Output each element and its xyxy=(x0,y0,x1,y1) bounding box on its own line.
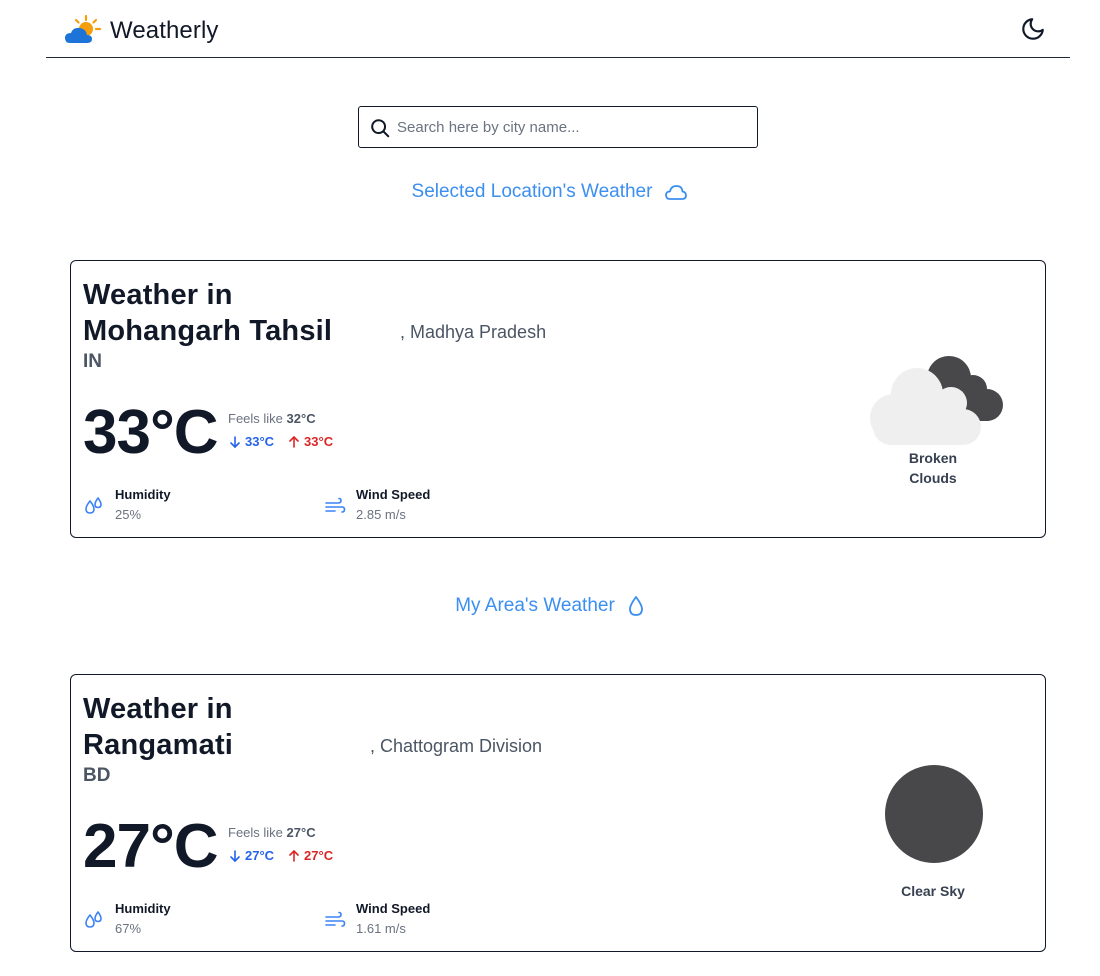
min-max-temps: 27°C 27°C xyxy=(229,848,333,863)
min-temp: 33°C xyxy=(229,434,274,449)
wind-speed-value: 1.61 m/s xyxy=(356,921,406,936)
humidity-icon xyxy=(85,911,102,928)
humidity-value: 67% xyxy=(115,921,142,936)
humidity-icon xyxy=(85,497,102,514)
weather-condition: Clear Sky xyxy=(873,881,993,901)
clear-sky-icon xyxy=(885,765,983,863)
cloud-icon xyxy=(665,185,688,200)
humidity-label: Humidity xyxy=(115,901,171,916)
max-temp-value: 33°C xyxy=(304,434,334,449)
feels-like: Feels like 27°C xyxy=(228,825,316,840)
max-temp: 33°C xyxy=(288,434,333,449)
min-max-temps: 33°C 33°C xyxy=(229,434,333,449)
search-box xyxy=(358,106,758,148)
country-code: IN xyxy=(83,351,102,372)
arrow-down-icon xyxy=(230,435,240,448)
search-input[interactable] xyxy=(397,115,747,139)
wind-speed-value: 2.85 m/s xyxy=(356,507,406,522)
droplet-icon xyxy=(628,596,643,616)
humidity-value: 25% xyxy=(115,507,142,522)
search-icon[interactable] xyxy=(369,117,391,139)
temperature: 33°C xyxy=(83,398,219,467)
arrow-up-icon xyxy=(289,849,299,862)
temperature: 27°C xyxy=(83,812,219,881)
wind-speed-label: Wind Speed xyxy=(356,487,431,502)
dark-mode-toggle-icon[interactable] xyxy=(1020,16,1046,42)
wind-speed-label: Wind Speed xyxy=(356,901,431,916)
title-prefix: Weather in xyxy=(83,279,233,311)
feels-like: Feels like 32°C xyxy=(228,411,316,426)
weather-condition: Broken Clouds xyxy=(873,448,993,488)
arrow-down-icon xyxy=(230,849,240,862)
min-temp-value: 33°C xyxy=(245,434,275,449)
condition-line-1: Broken xyxy=(908,450,958,466)
wind-icon xyxy=(325,497,346,513)
region-name: , Madhya Pradesh xyxy=(400,322,547,342)
city-title: Weather in Mohangarh Tahsil xyxy=(83,277,332,349)
min-temp-value: 27°C xyxy=(245,848,275,863)
condition-line-2: Clouds xyxy=(909,470,957,486)
city-name: Rangamati xyxy=(83,729,234,761)
city-name: Mohangarh Tahsil xyxy=(83,315,333,347)
app-header: Weatherly xyxy=(46,0,1070,58)
my-area-title: My Area's Weather xyxy=(455,595,615,616)
region-name: , Chattogram Division xyxy=(370,736,543,756)
selected-location-heading: Selected Location's Weather xyxy=(0,181,1100,203)
my-area-weather-card: Weather in Rangamati , Chattogram Divisi… xyxy=(70,674,1046,952)
city-title: Weather in Rangamati xyxy=(83,691,233,763)
title-prefix: Weather in xyxy=(83,693,233,725)
condition-line-1: Clear Sky xyxy=(901,883,965,899)
weatherly-logo-icon xyxy=(65,14,102,43)
broken-clouds-icon xyxy=(870,356,1003,445)
selected-location-title: Selected Location's Weather xyxy=(411,181,653,202)
feels-like-value: 32°C xyxy=(286,411,316,426)
min-temp: 27°C xyxy=(229,848,274,863)
selected-weather-card: Weather in Mohangarh Tahsil , Madhya Pra… xyxy=(70,260,1046,538)
max-temp-value: 27°C xyxy=(304,848,334,863)
feels-like-value: 27°C xyxy=(286,825,316,840)
feels-like-label: Feels like xyxy=(228,825,283,840)
arrow-up-icon xyxy=(289,435,299,448)
humidity-label: Humidity xyxy=(115,487,171,502)
feels-like-label: Feels like xyxy=(228,411,283,426)
brand-name[interactable]: Weatherly xyxy=(110,17,219,45)
my-area-heading: My Area's Weather xyxy=(0,595,1100,617)
max-temp: 27°C xyxy=(288,848,333,863)
country-code: BD xyxy=(83,765,111,786)
wind-icon xyxy=(325,911,346,927)
